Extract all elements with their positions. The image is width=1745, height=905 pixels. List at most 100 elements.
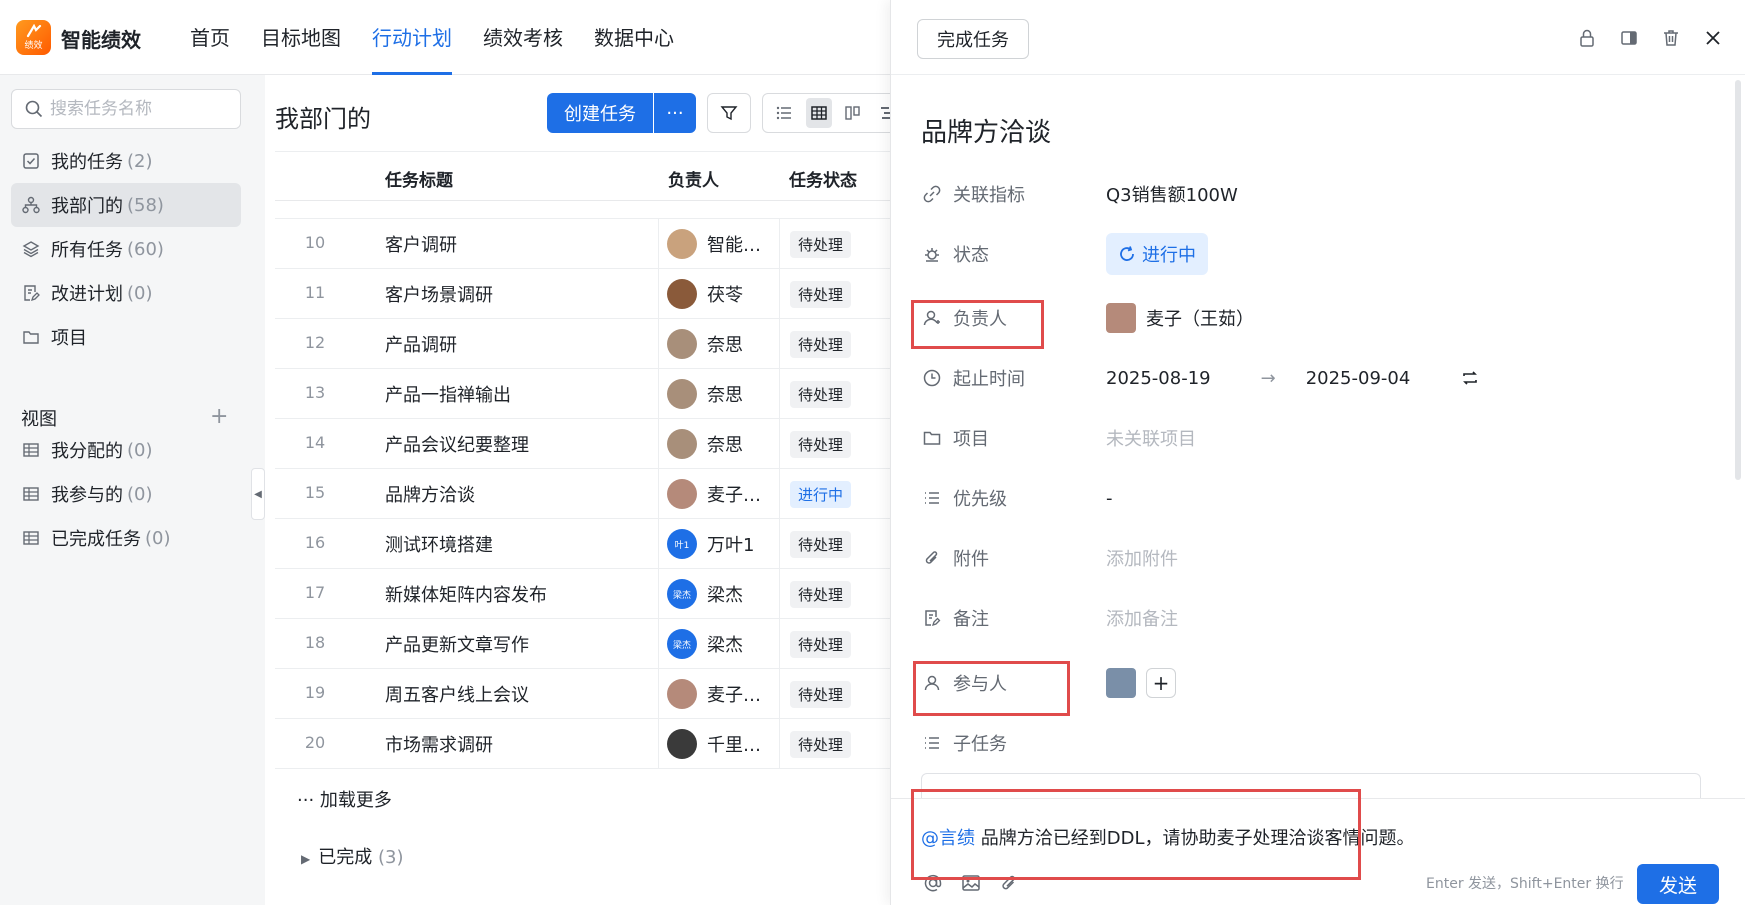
task-title[interactable]: 产品一指禅输出 <box>385 381 511 407</box>
sidebar-item-my-tasks[interactable]: 我的任务 (2) <box>11 139 241 183</box>
status-cell[interactable]: 待处理 <box>779 569 890 619</box>
board-view-button[interactable] <box>840 98 867 128</box>
end-date[interactable]: 2025-09-04 <box>1306 368 1411 389</box>
row-number: 11 <box>304 283 326 302</box>
complete-task-button[interactable]: 完成任务 <box>917 19 1029 59</box>
status-selector[interactable]: 进行中 <box>1106 233 1208 275</box>
nav-performance-review[interactable]: 绩效考核 <box>483 0 563 75</box>
table-row[interactable]: 20 市场需求调研 千里… 待处理 <box>275 719 890 769</box>
owner-cell[interactable]: 智能… <box>658 219 768 269</box>
search-input[interactable] <box>50 96 230 122</box>
owner-cell[interactable]: 麦子… <box>658 469 768 519</box>
close-icon[interactable] <box>1701 26 1725 50</box>
nav-action-plan[interactable]: 行动计划 <box>372 0 452 75</box>
completed-group-toggle[interactable]: ▶ 已完成 (3) <box>301 843 403 869</box>
app-logo[interactable]: 绩效 <box>16 20 51 55</box>
column-header-title[interactable]: 任务标题 <box>385 166 453 191</box>
sidebar-item-my-department[interactable]: 我部门的 (58) <box>11 183 241 227</box>
send-button[interactable]: 发送 <box>1637 864 1719 904</box>
nav-data-center[interactable]: 数据中心 <box>594 0 674 75</box>
owner-cell[interactable]: 麦子… <box>658 669 768 719</box>
owner-selector[interactable]: 麦子（王茹） <box>1106 303 1254 333</box>
table-row[interactable]: 14 产品会议纪要整理 奈思 待处理 <box>275 419 890 469</box>
add-attachment-button[interactable]: 添加附件 <box>1106 545 1178 571</box>
status-cell[interactable]: 待处理 <box>779 319 890 369</box>
avatar <box>667 679 697 709</box>
task-title[interactable]: 产品会议纪要整理 <box>385 431 529 457</box>
related-metric-value[interactable]: Q3销售额100W <box>1106 181 1238 207</box>
status-cell[interactable]: 待处理 <box>779 369 890 419</box>
start-date[interactable]: 2025-08-19 <box>1106 368 1211 389</box>
participant-avatar[interactable] <box>1106 668 1136 698</box>
table-row[interactable]: 11 客户场景调研 茯苓 待处理 <box>275 269 890 319</box>
table-row[interactable]: 16 测试环境搭建 叶1 万叶1 待处理 <box>275 519 890 569</box>
table-row[interactable]: 15 品牌方洽谈 麦子… 进行中 <box>275 469 890 519</box>
task-title[interactable]: 客户调研 <box>385 231 457 257</box>
task-title[interactable]: 新媒体矩阵内容发布 <box>385 581 547 607</box>
owner-cell[interactable]: 奈思 <box>658 419 768 469</box>
add-note-button[interactable]: 添加备注 <box>1106 605 1178 631</box>
status-cell[interactable]: 待处理 <box>779 619 890 669</box>
sidebar-item-projects[interactable]: 项目 <box>11 315 241 359</box>
load-more-button[interactable]: ··· 加载更多 <box>297 786 392 812</box>
status-cell[interactable]: 待处理 <box>779 269 890 319</box>
owner-cell[interactable]: 奈思 <box>658 319 768 369</box>
sidebar-view-participating[interactable]: 我参与的 (0) <box>11 472 241 516</box>
add-participant-button[interactable]: + <box>1146 668 1176 698</box>
task-title[interactable]: 品牌方洽谈 <box>385 481 475 507</box>
task-title[interactable]: 客户场景调研 <box>385 281 493 307</box>
owner-name: 麦子… <box>707 685 761 706</box>
nav-goal-map[interactable]: 目标地图 <box>261 0 341 75</box>
priority-selector[interactable]: - <box>1106 488 1113 509</box>
table-row[interactable]: 13 产品一指禅输出 奈思 待处理 <box>275 369 890 419</box>
create-more-button[interactable]: ··· <box>654 93 696 133</box>
task-title[interactable]: 测试环境搭建 <box>385 531 493 557</box>
table-row[interactable]: 18 产品更新文章写作 梁杰 梁杰 待处理 <box>275 619 890 669</box>
sidebar-item-count: (60) <box>127 238 164 260</box>
column-header-owner[interactable]: 负责人 <box>668 166 719 191</box>
split-view-icon[interactable] <box>1617 26 1641 50</box>
avatar <box>667 379 697 409</box>
sidebar-item-improvement-plan[interactable]: 改进计划 (0) <box>11 271 241 315</box>
owner-cell[interactable]: 千里… <box>658 719 768 769</box>
sidebar-item-all-tasks[interactable]: 所有任务 (60) <box>11 227 241 271</box>
owner-cell[interactable]: 梁杰 梁杰 <box>658 569 768 619</box>
repeat-icon[interactable] <box>1460 368 1480 388</box>
task-name[interactable]: 品牌方洽谈 <box>921 112 1051 149</box>
table-row[interactable]: 12 产品调研 奈思 待处理 <box>275 319 890 369</box>
status-cell[interactable]: 待处理 <box>779 519 890 569</box>
column-header-status[interactable]: 任务状态 <box>789 166 857 191</box>
owner-cell[interactable]: 叶1 万叶1 <box>658 519 768 569</box>
owner-cell[interactable]: 茯苓 <box>658 269 768 319</box>
table-row[interactable]: 10 客户调研 智能… 待处理 <box>275 219 890 269</box>
status-cell[interactable]: 待处理 <box>779 669 890 719</box>
sidebar-view-assigned-by-me[interactable]: 我分配的 (0) <box>11 428 241 472</box>
lock-icon[interactable] <box>1575 26 1599 50</box>
nav-home[interactable]: 首页 <box>190 0 230 75</box>
panel-scrollbar[interactable] <box>1735 80 1741 480</box>
owner-cell[interactable]: 梁杰 梁杰 <box>658 619 768 669</box>
list-view-button[interactable] <box>771 98 798 128</box>
table-row[interactable]: 17 新媒体矩阵内容发布 梁杰 梁杰 待处理 <box>275 569 890 619</box>
status-cell[interactable]: 待处理 <box>779 419 890 469</box>
collapse-sidebar-toggle[interactable]: ◀ <box>251 468 265 520</box>
trash-icon[interactable] <box>1659 26 1683 50</box>
status-cell[interactable]: 待处理 <box>779 719 890 769</box>
table-row[interactable]: 19 周五客户线上会议 麦子… 待处理 <box>275 669 890 719</box>
task-title[interactable]: 市场需求调研 <box>385 731 493 757</box>
status-cell[interactable]: 进行中 <box>779 469 890 519</box>
task-title[interactable]: 周五客户线上会议 <box>385 681 529 707</box>
create-task-button[interactable]: 创建任务 <box>547 93 653 133</box>
project-selector[interactable]: 未关联项目 <box>1106 425 1196 451</box>
sidebar-view-completed[interactable]: 已完成任务 (0) <box>11 516 241 560</box>
field-subtasks: 子任务 <box>921 723 1701 763</box>
view-switcher <box>762 93 902 133</box>
table-view-button[interactable] <box>805 98 832 128</box>
status-cell[interactable]: 待处理 <box>779 219 890 269</box>
filter-button[interactable] <box>707 93 751 133</box>
owner-cell[interactable]: 奈思 <box>658 369 768 419</box>
sidebar: 我的任务(2) 我部门的(58) 所有任务(60) 改进计划(0) 项目 视图 … <box>0 75 252 905</box>
task-title[interactable]: 产品调研 <box>385 331 457 357</box>
task-title[interactable]: 产品更新文章写作 <box>385 631 529 657</box>
add-view-button[interactable]: + <box>210 404 228 429</box>
